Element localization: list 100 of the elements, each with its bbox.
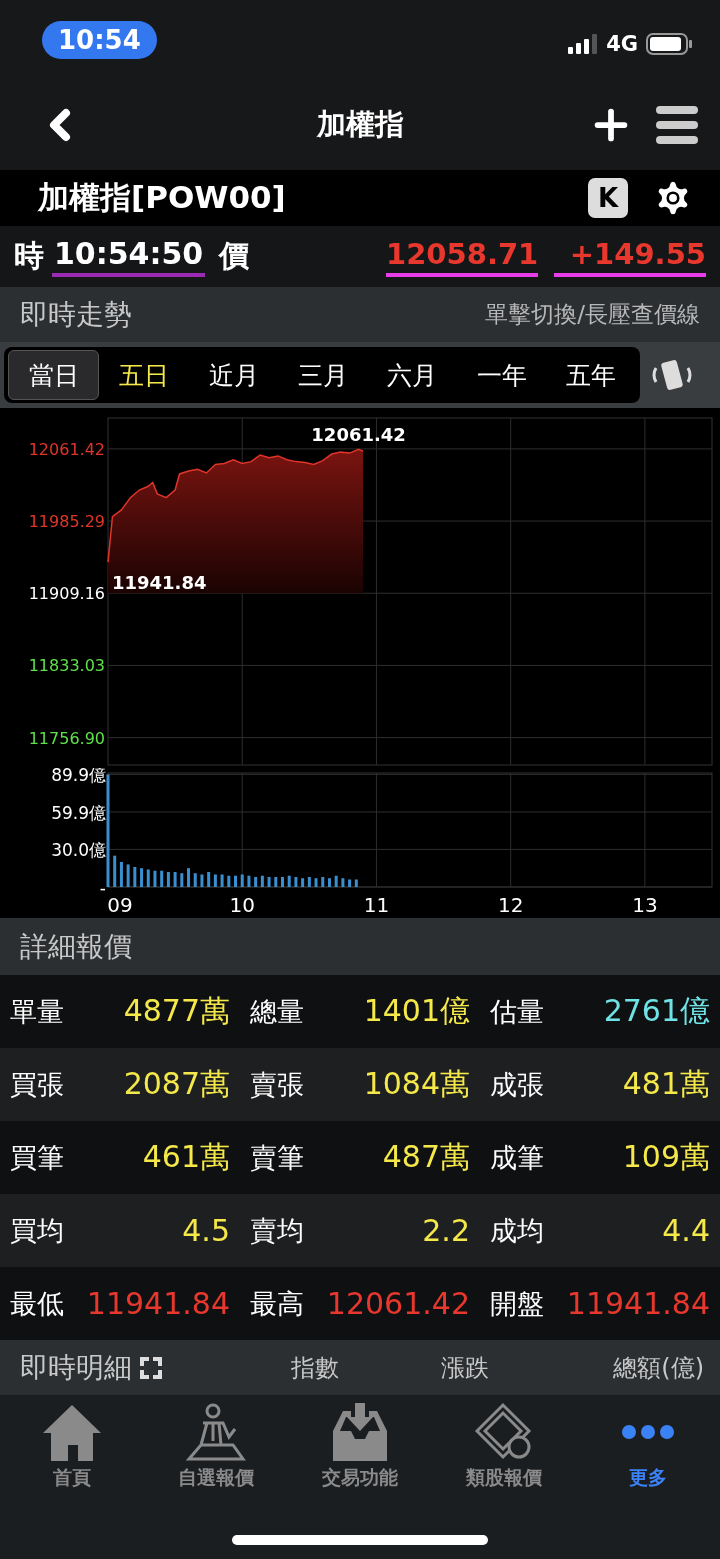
time-label: 時: [14, 237, 44, 275]
field-value: 2761億: [603, 992, 710, 1030]
field-value: 4.4: [662, 1213, 710, 1248]
field-label: 單量: [10, 994, 64, 1029]
field-label: 買均: [10, 1213, 64, 1248]
last-price: 12058.71: [386, 236, 538, 277]
field-label: 成張: [490, 1067, 544, 1102]
column-header: 指數: [290, 1352, 340, 1384]
volume-bar: [240, 874, 244, 887]
tab-bar-item[interactable]: 首頁: [0, 1401, 144, 1491]
k-chart-button[interactable]: K: [588, 178, 628, 218]
volume-bar: [180, 873, 184, 887]
field-label: 最低: [10, 1286, 64, 1321]
period-tab[interactable]: 五年: [546, 350, 636, 400]
page-title: 加權指: [316, 106, 404, 143]
period-tab[interactable]: 近月: [188, 350, 279, 400]
field-value: 461萬: [142, 1138, 230, 1176]
axis-label: 10: [229, 893, 255, 917]
field-label: 總量: [250, 994, 304, 1029]
field-label: 賣均: [250, 1213, 304, 1248]
network-label: 4G: [606, 32, 638, 56]
field-label: 賣張: [250, 1067, 304, 1102]
volume-bar: [254, 877, 258, 887]
more-icon: [622, 1425, 674, 1439]
axis-label: 11909.16: [28, 584, 105, 604]
field-value: 4.5: [182, 1213, 230, 1248]
volume-bar: [348, 879, 352, 887]
menu-button[interactable]: [656, 106, 698, 144]
axis-label: 30.0億: [51, 840, 106, 861]
signal-icon: [568, 34, 599, 54]
field-value: 2.2: [422, 1213, 470, 1248]
volume-bar: [200, 874, 204, 887]
column-header: 總額(億): [612, 1352, 704, 1384]
axis-label: 09: [107, 893, 133, 917]
field-value: 2087萬: [123, 1065, 230, 1103]
period-tab[interactable]: 六月: [367, 350, 458, 400]
volume-bar: [247, 875, 251, 887]
field-label: 最高: [250, 1286, 304, 1321]
volume-bar: [160, 870, 164, 887]
volume-bar: [234, 875, 237, 887]
volume-bar: [354, 879, 358, 887]
volume-bar: [133, 866, 137, 887]
volume-bar: [220, 874, 224, 887]
volume-bar: [146, 869, 150, 887]
volume-bar: [327, 878, 331, 887]
axis-label: 13: [632, 893, 658, 917]
volume-bar: [113, 855, 117, 887]
price-label: 價: [219, 237, 250, 275]
axis-label: 89.9億: [51, 768, 106, 786]
field-label: 買筆: [10, 1140, 64, 1175]
volume-bar: [281, 877, 284, 887]
axis-label: -: [99, 878, 106, 898]
field-label: 成筆: [490, 1140, 544, 1175]
field-label: 成均: [490, 1213, 544, 1248]
tab-bar-item[interactable]: 交易功能: [288, 1401, 432, 1491]
volume-bar: [274, 877, 278, 887]
price-change: +149.55: [554, 236, 706, 277]
field-value: 481萬: [622, 1065, 710, 1103]
price-annotation: 12061.42: [311, 423, 406, 445]
field-value: 1084萬: [363, 1065, 470, 1103]
field-value: 487萬: [382, 1138, 470, 1176]
period-tab[interactable]: 一年: [457, 350, 547, 400]
period-tab[interactable]: 當日: [8, 350, 100, 400]
stock-name: 加權指[POW00]: [38, 178, 287, 217]
volume-bar: [166, 871, 170, 887]
field-value: 4877萬: [123, 992, 230, 1030]
volume-bar: [341, 878, 345, 887]
volume-bar: [193, 873, 197, 887]
field-label: 賣筆: [250, 1140, 304, 1175]
tab-bar-item[interactable]: 類股報價: [432, 1401, 576, 1491]
section-title: 即時明細: [20, 1349, 132, 1386]
rotate-phone-icon[interactable]: [650, 358, 694, 392]
volume-bar: [301, 878, 305, 887]
volume-bar: [334, 875, 338, 887]
volume-bar: [267, 877, 271, 887]
field-label: 買張: [10, 1067, 64, 1102]
volume-bar: [213, 874, 217, 887]
volume-bar: [287, 875, 291, 887]
volume-bar: [140, 868, 144, 887]
axis-label: 12: [497, 893, 524, 917]
field-value: 109萬: [622, 1138, 710, 1176]
volume-bar: [307, 877, 311, 887]
expand-icon[interactable]: [140, 1356, 162, 1379]
period-tab[interactable]: 三月: [278, 350, 368, 400]
axis-label: 11756.90: [28, 728, 105, 748]
field-value: 12061.42: [326, 1286, 470, 1321]
quote-time: 10:54:50: [52, 236, 206, 277]
axis-label: 11985.29: [28, 512, 105, 532]
axis-label: 59.9億: [51, 802, 106, 823]
field-label: 開盤: [490, 1286, 544, 1321]
period-tab[interactable]: 五日: [99, 350, 189, 400]
status-time: 10:54: [42, 21, 157, 59]
volume-bar: [260, 875, 264, 887]
volume-bar: [119, 861, 123, 887]
person-at-desk-icon: [185, 1401, 247, 1463]
volume-bar: [321, 877, 325, 887]
tab-bar-item[interactable]: 自選報價: [144, 1401, 288, 1491]
axis-label: 11: [363, 893, 390, 917]
battery-icon: [646, 33, 692, 55]
tab-bar-item[interactable]: 更多: [576, 1401, 720, 1491]
